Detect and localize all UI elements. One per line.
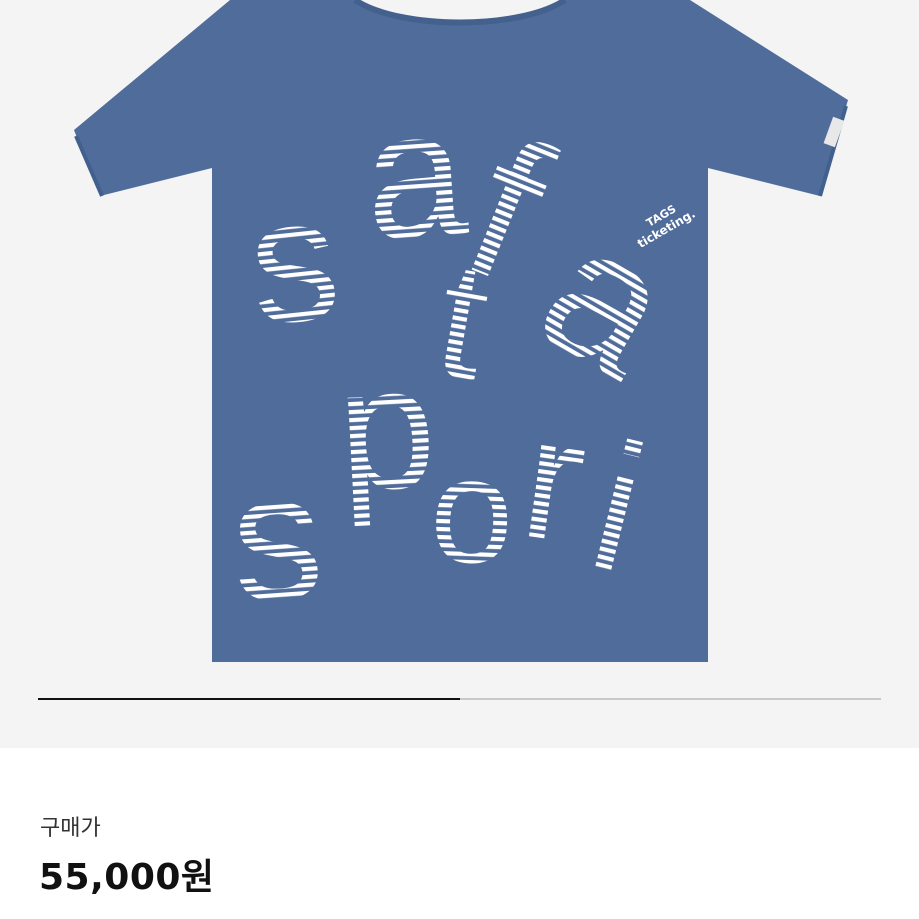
product-page: s a f a s p t a s p o r i TAGS ticketing… xyxy=(0,0,919,919)
product-image[interactable]: s a f a s p t a s p o r i TAGS ticketing… xyxy=(0,0,919,680)
print-letter: p xyxy=(333,329,440,529)
price-section: 구매가 55,000원 xyxy=(0,748,919,919)
price-value: 55,000원 xyxy=(39,857,215,898)
image-progress-fill xyxy=(38,698,460,700)
price-label: 구매가 xyxy=(40,816,101,841)
product-image-gallery[interactable]: s a f a s p t a s p o r i TAGS ticketing… xyxy=(0,0,919,748)
print-letter: o xyxy=(427,425,516,596)
image-progress-bar[interactable] xyxy=(38,698,881,700)
print-letter: s xyxy=(225,434,329,641)
